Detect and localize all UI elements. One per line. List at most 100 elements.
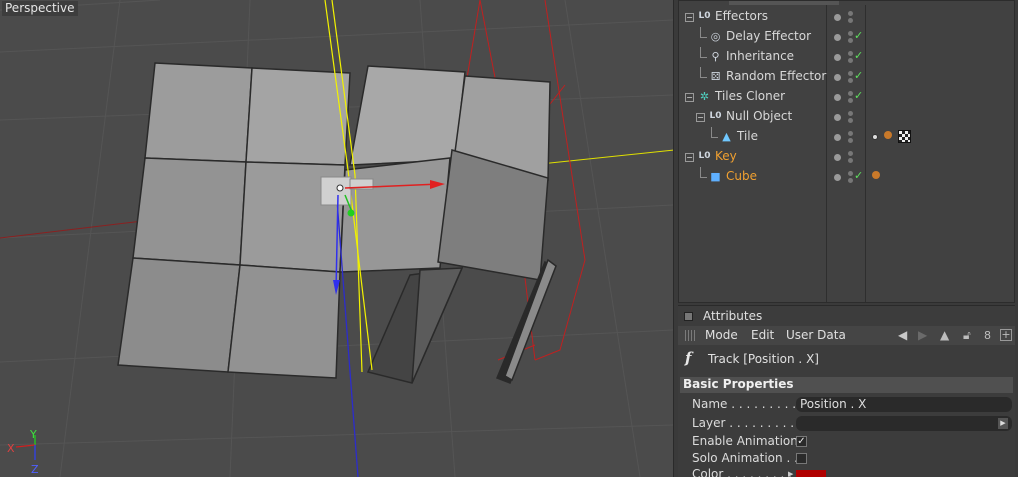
- enabled-check-icon[interactable]: ✓: [854, 169, 863, 182]
- solo-animation-checkbox[interactable]: [796, 453, 807, 464]
- tile: [227, 264, 341, 379]
- visibility-dot-icon[interactable]: [834, 114, 841, 121]
- tile: [144, 62, 253, 163]
- name-field[interactable]: Position . X: [796, 397, 1012, 412]
- viewport-scene: Y X Z: [0, 0, 673, 477]
- section-title: Basic Properties: [683, 377, 794, 391]
- material-tag-icon[interactable]: [872, 171, 880, 179]
- visibility-dot-icon[interactable]: [834, 154, 841, 161]
- collapse-toggle-icon[interactable]: −: [696, 113, 705, 122]
- render-visibility-dot-icon[interactable]: [848, 58, 853, 63]
- menu-edit[interactable]: Edit: [751, 328, 774, 342]
- prop-color: Color . . . . . . . . . . ▶: [678, 466, 1015, 477]
- editor-visibility-dot-icon[interactable]: [848, 31, 853, 36]
- color-swatch[interactable]: [796, 470, 826, 477]
- visibility-dot-icon[interactable]: [834, 94, 841, 101]
- enabled-check-icon[interactable]: ✓: [854, 29, 863, 42]
- forward-arrow-icon[interactable]: ▶: [918, 329, 927, 342]
- object-name[interactable]: Tiles Cloner: [715, 89, 785, 103]
- new-panel-icon[interactable]: +: [1000, 329, 1012, 341]
- object-name[interactable]: Null Object: [726, 109, 792, 123]
- editor-visibility-dot-icon[interactable]: [848, 151, 853, 156]
- up-arrow-icon[interactable]: ▲: [940, 329, 949, 342]
- object-row[interactable]: ■ Cube ✓: [679, 167, 1014, 187]
- grip-icon[interactable]: [685, 330, 696, 341]
- render-visibility-dot-icon[interactable]: [848, 138, 853, 143]
- prop-name: Name . . . . . . . . . . . Position . X: [678, 396, 1015, 414]
- lock-icon[interactable]: 🔓︎: [963, 329, 971, 342]
- visibility-dot-icon[interactable]: [834, 14, 841, 21]
- editor-visibility-dot-icon[interactable]: [848, 111, 853, 116]
- object-row[interactable]: ◎ Delay Effector ✓: [679, 27, 1014, 47]
- render-visibility-dot-icon[interactable]: [848, 158, 853, 163]
- enable-animation-checkbox[interactable]: ✓: [796, 436, 807, 447]
- perspective-viewport[interactable]: Y X Z Perspective: [0, 0, 674, 477]
- editor-visibility-dot-icon[interactable]: [848, 71, 853, 76]
- visibility-dot-icon[interactable]: [834, 134, 841, 141]
- object-name[interactable]: Effectors: [715, 9, 768, 23]
- gizmo-plane-handle[interactable]: [320, 176, 352, 206]
- render-visibility-dot-icon[interactable]: [848, 78, 853, 83]
- editor-visibility-dot-icon[interactable]: [848, 171, 853, 176]
- name-label: Name . . . . . . . . . . .: [692, 397, 812, 411]
- svg-text:Y: Y: [29, 428, 37, 441]
- visibility-dot-icon[interactable]: [834, 34, 841, 41]
- render-visibility-dot-icon[interactable]: [848, 118, 853, 123]
- object-row[interactable]: − ✲ Tiles Cloner ✓: [679, 87, 1014, 107]
- object-row[interactable]: ⚲ Inheritance ✓: [679, 47, 1014, 67]
- svg-text:X: X: [7, 442, 15, 455]
- object-row[interactable]: ⚄ Random Effector ✓: [679, 67, 1014, 87]
- editor-visibility-dot-icon[interactable]: [848, 51, 853, 56]
- visibility-dot-icon[interactable]: [834, 74, 841, 81]
- editor-visibility-dot-icon[interactable]: [848, 91, 853, 96]
- attributes-menu-bar: Mode Edit User Data ◀ ▶ ▲ 🔓︎ 8 +: [678, 326, 1015, 345]
- collapse-toggle-icon[interactable]: −: [685, 153, 694, 162]
- object-name[interactable]: Random Effector: [726, 69, 826, 83]
- object-row[interactable]: − L0 Key: [679, 147, 1014, 167]
- editor-visibility-dot-icon[interactable]: [848, 131, 853, 136]
- attributes-manager: Attributes Mode Edit User Data ◀ ▶ ▲ 🔓︎ …: [678, 305, 1015, 477]
- tree-branch-line: [711, 127, 712, 138]
- cloner-icon: ✲: [699, 90, 710, 103]
- enabled-check-icon[interactable]: ✓: [854, 89, 863, 102]
- link-icon[interactable]: 8: [984, 329, 991, 342]
- object-manager[interactable]: − L0 Effectors ◎ Delay Effector ✓ ⚲ Inheritance…: [678, 0, 1015, 303]
- null-object-icon: L0: [709, 111, 722, 121]
- layer-field[interactable]: ▶: [796, 416, 1012, 431]
- object-name[interactable]: Inheritance: [726, 49, 794, 63]
- checker-material-tag-icon[interactable]: [898, 130, 911, 143]
- collapse-toggle-icon[interactable]: −: [685, 13, 694, 22]
- render-visibility-dot-icon[interactable]: [848, 98, 853, 103]
- basic-properties-header[interactable]: Basic Properties: [680, 377, 1013, 393]
- collapse-toggle-icon[interactable]: −: [685, 93, 694, 102]
- panel-menu-icon[interactable]: [684, 312, 693, 321]
- prop-layer: Layer . . . . . . . . . . . ▶: [678, 415, 1015, 433]
- visibility-dot-icon[interactable]: [834, 174, 841, 181]
- gizmo-y-handle[interactable]: [347, 209, 355, 217]
- material-tag-icon[interactable]: [884, 131, 892, 139]
- object-name[interactable]: Cube: [726, 169, 757, 183]
- object-name[interactable]: Tile: [737, 129, 758, 143]
- render-visibility-dot-icon[interactable]: [848, 18, 853, 23]
- enabled-check-icon[interactable]: ✓: [854, 49, 863, 62]
- object-name[interactable]: Delay Effector: [726, 29, 811, 43]
- object-name[interactable]: Key: [715, 149, 737, 163]
- solo-animation-label: Solo Animation . .: [692, 451, 798, 465]
- menu-user-data[interactable]: User Data: [786, 328, 846, 342]
- viewport-label[interactable]: Perspective: [2, 1, 78, 16]
- object-row[interactable]: ▲ Tile: [679, 127, 1014, 147]
- visibility-dot-icon[interactable]: [834, 54, 841, 61]
- render-visibility-dot-icon[interactable]: [848, 38, 853, 43]
- phong-tag-icon[interactable]: [872, 134, 878, 140]
- attributes-title-bar: Attributes: [678, 308, 1015, 324]
- editor-visibility-dot-icon[interactable]: [848, 11, 853, 16]
- inheritance-effector-icon: ⚲: [711, 50, 720, 63]
- object-row[interactable]: − L0 Null Object: [679, 107, 1014, 127]
- back-arrow-icon[interactable]: ◀: [898, 329, 907, 342]
- enabled-check-icon[interactable]: ✓: [854, 69, 863, 82]
- dropdown-arrow-icon[interactable]: ▶: [998, 418, 1008, 429]
- menu-mode[interactable]: Mode: [705, 328, 738, 342]
- object-row[interactable]: − L0 Effectors: [679, 7, 1014, 27]
- expand-arrow-icon[interactable]: ▶: [788, 470, 793, 477]
- render-visibility-dot-icon[interactable]: [848, 178, 853, 183]
